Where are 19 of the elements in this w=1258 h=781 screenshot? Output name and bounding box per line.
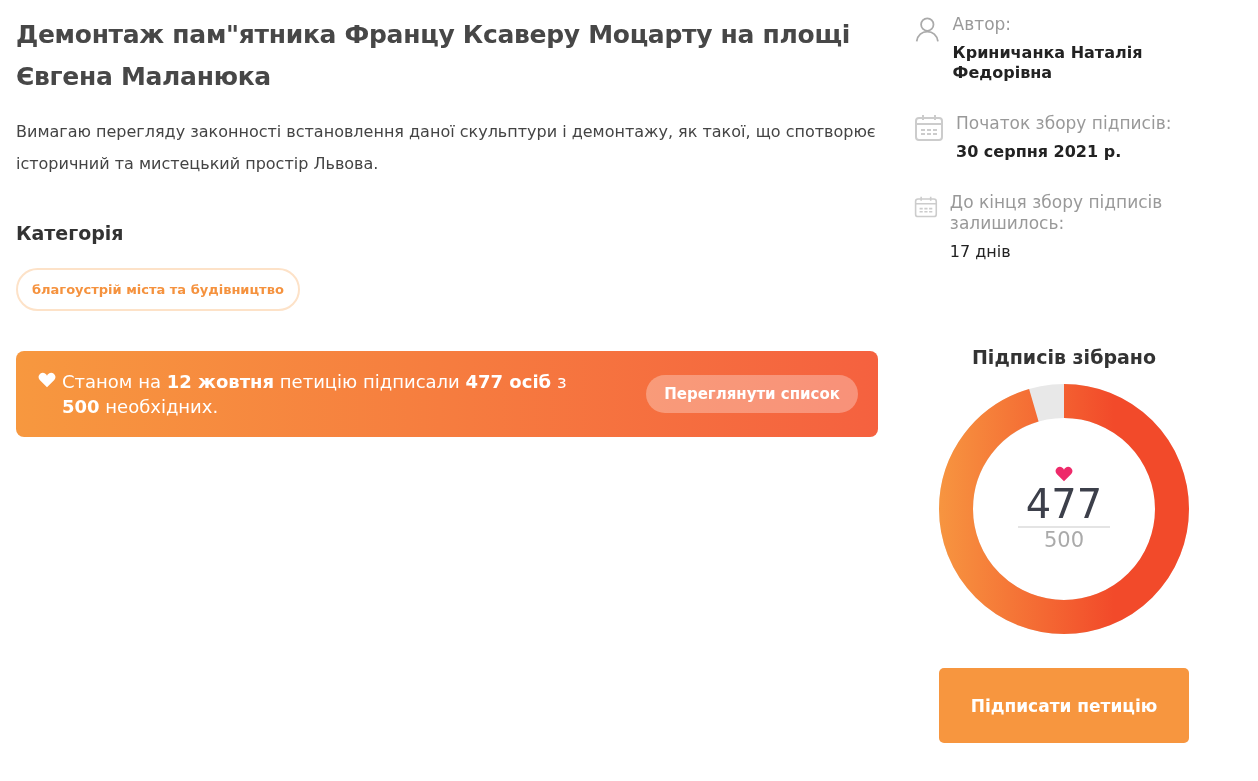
meta-label: Автор: <box>952 14 1013 35</box>
petition-title: Демонтаж пам"ятника Францу Ксаверу Моцарту на площі Євгена Маланюка <box>16 19 852 93</box>
meta-value: 30 серпня 2021 р. <box>956 142 1123 162</box>
sign-petition-button[interactable]: Підписати петицію <box>939 668 1189 743</box>
meta-value: 17 днів <box>949 242 1012 262</box>
status-message: Станом на 12 жовтня петицію підписали 477 осіб з 500 необхідних. <box>62 370 568 419</box>
petition-description: Вимагаю перегляду законності встановлення даної скульптури і демонтажу, як такої, що спотворює історичний та мистецький простір Львова. <box>16 121 877 175</box>
view-list-button[interactable]: Переглянути список <box>646 375 858 413</box>
meta-value: Криничанка Наталія Федорівна <box>952 43 1144 83</box>
meta-label: Початок збору підписів: <box>956 113 1172 134</box>
heart-icon <box>1055 466 1073 482</box>
signature-goal: 500 <box>1043 528 1085 552</box>
meta-label: До кінця збору підписів залишилось: <box>949 192 1164 234</box>
progress-title: Підписів зібрано <box>970 346 1157 368</box>
category-heading: Категорія <box>16 222 125 244</box>
signature-count: 477 <box>1017 482 1111 528</box>
heart-icon <box>38 372 56 388</box>
category-tag[interactable]: благоустрій міста та будівництво <box>16 268 300 311</box>
calendar-icon <box>914 113 944 143</box>
